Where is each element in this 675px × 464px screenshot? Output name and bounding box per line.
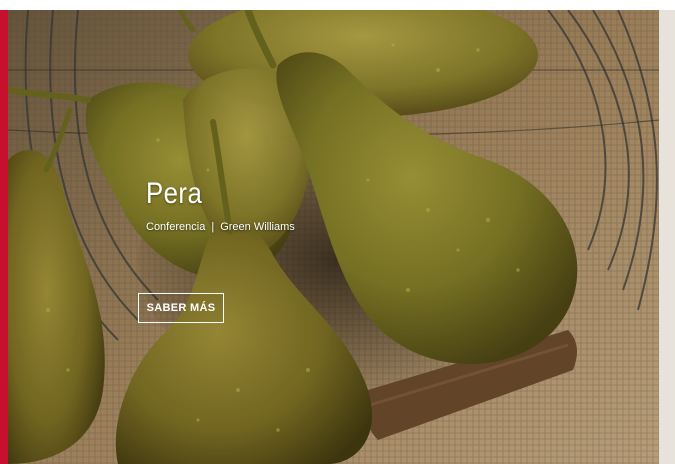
saber-mas-button[interactable]: SABER MÁS	[138, 293, 224, 323]
subtitle-variety-2: Green Williams	[220, 221, 295, 233]
hero-banner	[8, 10, 659, 464]
hero-image-pears	[8, 10, 659, 464]
right-edge-strip	[659, 10, 675, 464]
hero-caption: Pera Conferencia | Green Williams	[146, 176, 295, 234]
page-frame: Pera Conferencia | Green Williams SABER MÁ…	[0, 0, 675, 464]
red-edge-strip	[0, 10, 8, 464]
subtitle-variety-1: Conferencia	[146, 221, 206, 233]
subtitle-separator: |	[211, 221, 215, 233]
hero-title: Pera	[146, 177, 203, 210]
hero-subtitle: Conferencia | Green Williams	[146, 220, 295, 234]
